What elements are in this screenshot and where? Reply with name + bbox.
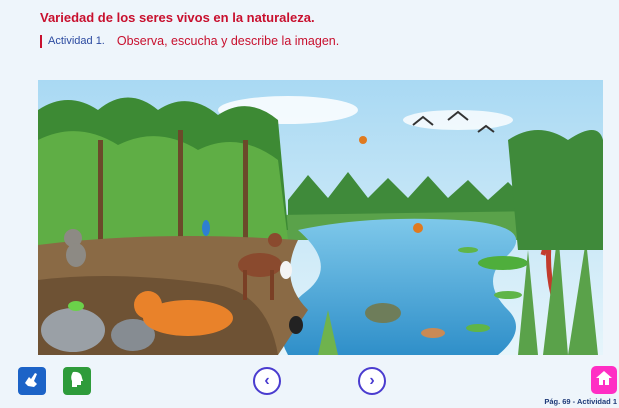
nature-scene-image [38,80,603,355]
activity-heading: Actividad 1. Observa, escucha y describe… [40,34,339,48]
page-frame: Variedad de los seres vivos en la natura… [0,0,619,408]
sign-language-button[interactable] [18,367,46,395]
page-reference: Pág. 69 - Actividad 1 [544,397,617,406]
sign-language-icon [22,369,42,394]
activity-label: Actividad 1. [48,35,105,47]
speaking-head-icon [67,369,87,394]
previous-page-button[interactable]: ‹ [253,367,281,395]
home-button[interactable] [591,366,617,394]
activity-marker [40,34,42,48]
chevron-right-icon: › [369,372,375,389]
next-page-button[interactable]: › [358,367,386,395]
activity-instruction: Observa, escucha y describe la imagen. [116,34,340,48]
page-title: Variedad de los seres vivos en la natura… [40,10,315,25]
chevron-left-icon: ‹ [264,372,270,389]
home-icon [595,369,613,392]
audio-button[interactable] [63,367,91,395]
